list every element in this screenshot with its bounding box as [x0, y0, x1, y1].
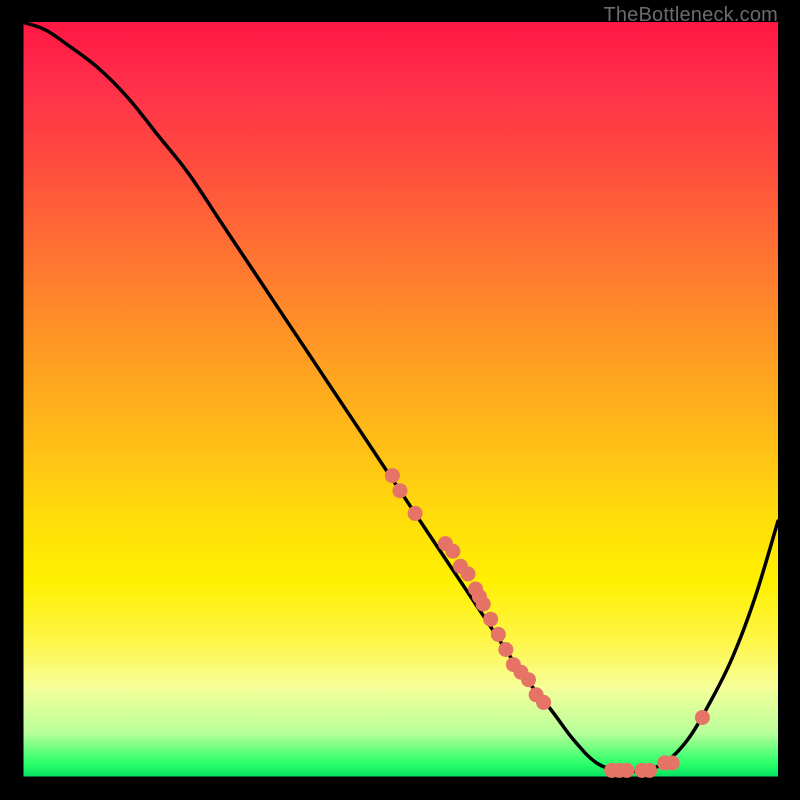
- scatter-point: [642, 763, 657, 778]
- scatter-point: [393, 483, 408, 498]
- scatter-point: [476, 597, 491, 612]
- scatter-point: [445, 544, 460, 559]
- scatter-point: [665, 755, 680, 770]
- scatter-point: [461, 566, 476, 581]
- scatter-point: [536, 695, 551, 710]
- scatter-point: [491, 627, 506, 642]
- scatter-point: [619, 763, 634, 778]
- plot-area: [22, 22, 778, 778]
- scatter-points: [385, 468, 710, 778]
- scatter-point: [408, 506, 423, 521]
- scatter-point: [521, 672, 536, 687]
- scatter-point: [385, 468, 400, 483]
- scatter-point: [695, 710, 710, 725]
- points-layer: [22, 22, 778, 778]
- scatter-point: [483, 612, 498, 627]
- scatter-point: [498, 642, 513, 657]
- chart-stage: TheBottleneck.com: [0, 0, 800, 800]
